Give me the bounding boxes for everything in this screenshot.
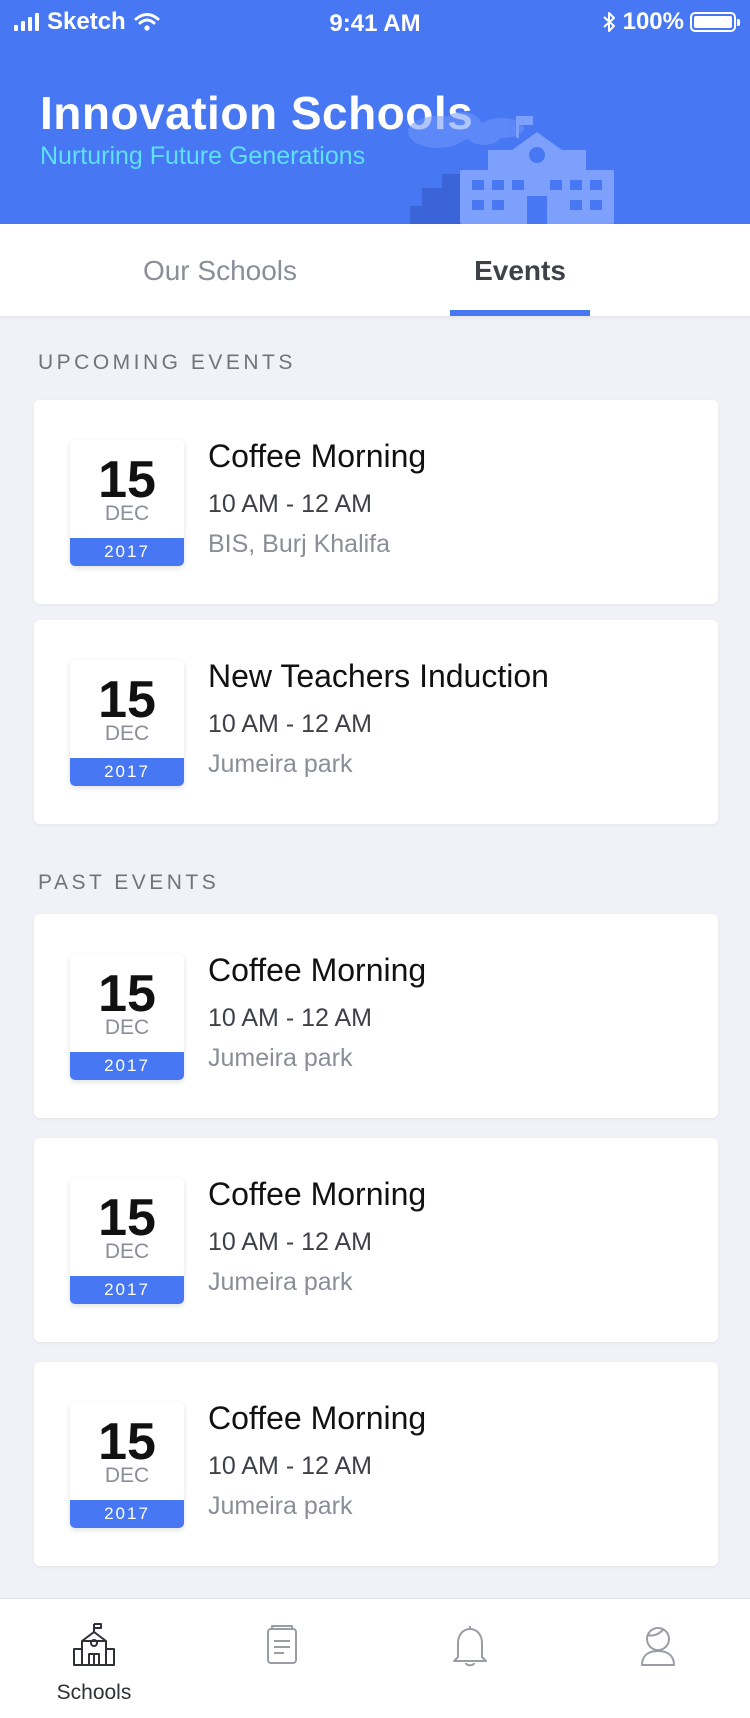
- bell-icon: [453, 1626, 487, 1667]
- nav-label-schools: Schools: [56, 1681, 132, 1704]
- school-illustration: [408, 112, 614, 224]
- event-title: New Teachers Induction: [208, 658, 549, 694]
- nav-item-notifications[interactable]: [376, 1599, 564, 1718]
- date-badge: 15 DEC 2017: [70, 440, 184, 566]
- date-day: 15: [98, 1189, 156, 1247]
- event-time: 10 AM - 12 AM: [208, 710, 372, 738]
- tab-bar: Our Schools Events: [0, 224, 750, 316]
- event-time: 10 AM - 12 AM: [208, 1228, 372, 1256]
- app-header: Sketch 9:41 AM 100% Innovation Schools N…: [0, 0, 750, 224]
- event-title: Coffee Morning: [208, 438, 427, 474]
- date-day: 15: [98, 451, 156, 509]
- event-location: Jumeira park: [208, 750, 353, 778]
- tab-events[interactable]: Events: [450, 224, 590, 316]
- event-location: BIS, Burj Khalifa: [208, 530, 391, 558]
- event-card[interactable]: 15 DEC 2017 Coffee Morning 10 AM - 12 AM…: [34, 400, 718, 604]
- school-icon: [73, 1623, 115, 1666]
- event-title: Coffee Morning: [208, 952, 427, 988]
- tab-active-indicator: [450, 310, 590, 316]
- event-location: Jumeira park: [208, 1268, 353, 1296]
- date-month: DEC: [104, 1016, 150, 1039]
- date-month: DEC: [104, 1464, 150, 1487]
- event-title: Coffee Morning: [208, 1400, 427, 1436]
- date-year: 2017: [70, 758, 184, 786]
- event-time: 10 AM - 12 AM: [208, 1452, 372, 1480]
- date-month: DEC: [104, 502, 150, 525]
- nav-item-documents[interactable]: [188, 1599, 376, 1718]
- date-day: 15: [98, 671, 156, 729]
- event-card[interactable]: 15 DEC 2017 Coffee Morning 10 AM - 12 AM…: [34, 914, 718, 1118]
- date-day: 15: [98, 965, 156, 1023]
- document-icon: [267, 1625, 297, 1664]
- event-location: Jumeira park: [208, 1492, 353, 1520]
- date-month: DEC: [104, 722, 150, 745]
- bluetooth-icon: [602, 12, 615, 32]
- date-year: 2017: [70, 538, 184, 566]
- date-badge: 15 DEC 2017: [70, 660, 184, 786]
- event-card[interactable]: 15 DEC 2017 Coffee Morning 10 AM - 12 AM…: [34, 1138, 718, 1342]
- status-right: 100%: [601, 8, 740, 36]
- event-card[interactable]: 15 DEC 2017 Coffee Morning 10 AM - 12 AM…: [34, 1362, 718, 1566]
- nav-item-profile[interactable]: [564, 1599, 750, 1718]
- tab-our-schools[interactable]: Our Schools: [110, 224, 330, 316]
- nav-item-schools[interactable]: Schools: [0, 1599, 188, 1718]
- status-bar: Sketch 9:41 AM 100%: [0, 0, 750, 44]
- bottom-nav: Schools: [0, 1598, 750, 1718]
- date-badge: 15 DEC 2017: [70, 1402, 184, 1528]
- section-title-upcoming: UPCOMING EVENTS: [38, 351, 296, 374]
- event-card[interactable]: 15 DEC 2017 New Teachers Induction 10 AM…: [34, 620, 718, 824]
- event-title: Coffee Morning: [208, 1176, 427, 1212]
- event-time: 10 AM - 12 AM: [208, 1004, 372, 1032]
- date-badge: 15 DEC 2017: [70, 1178, 184, 1304]
- event-time: 10 AM - 12 AM: [208, 490, 372, 518]
- section-title-past: PAST EVENTS: [38, 871, 220, 894]
- event-location: Jumeira park: [208, 1044, 353, 1072]
- profile-icon: [641, 1627, 675, 1666]
- date-year: 2017: [70, 1500, 184, 1528]
- battery-percent: 100%: [622, 8, 684, 35]
- date-badge: 15 DEC 2017: [70, 954, 184, 1080]
- app-subtitle: Nurturing Future Generations: [40, 142, 366, 170]
- date-year: 2017: [70, 1052, 184, 1080]
- date-month: DEC: [104, 1240, 150, 1263]
- date-day: 15: [98, 1413, 156, 1471]
- date-year: 2017: [70, 1276, 184, 1304]
- battery-icon: [690, 12, 740, 32]
